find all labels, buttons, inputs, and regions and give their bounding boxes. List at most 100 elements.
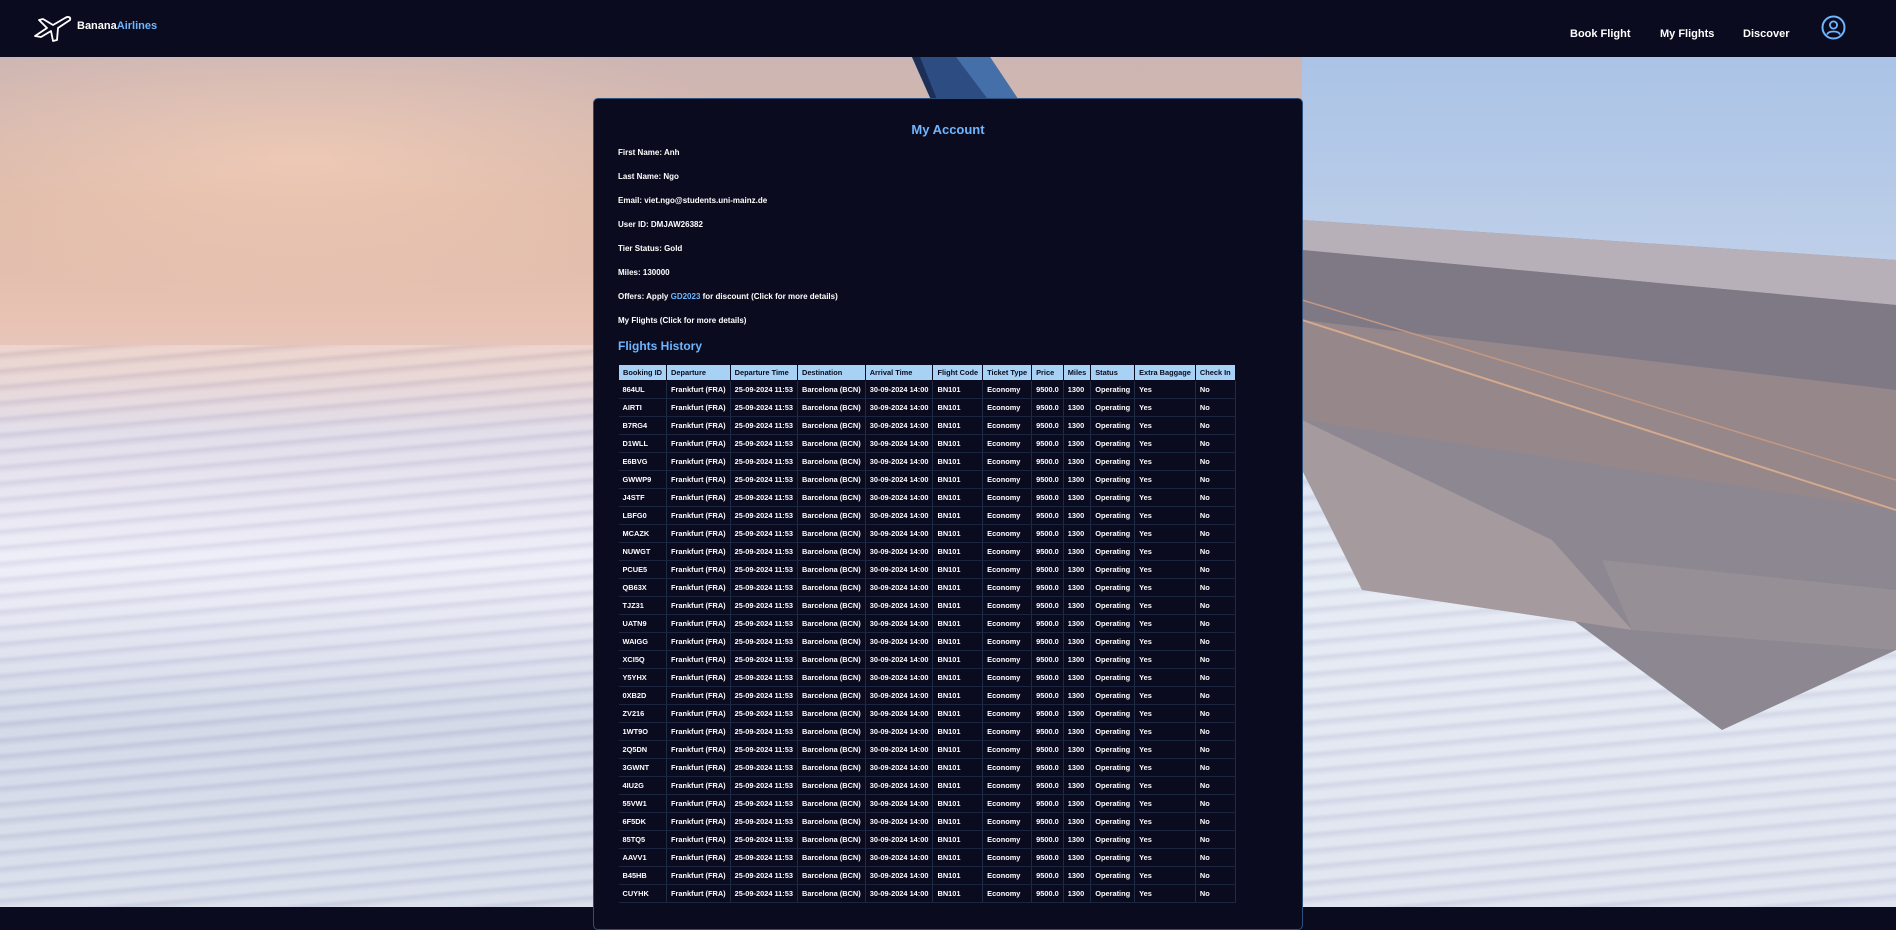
column-header: Price <box>1031 364 1064 381</box>
table-row[interactable]: E6BVG Frankfurt (FRA) 25-09-2024 11:53 Barc… <box>618 452 1236 471</box>
extra-baggage-cell: Yes <box>1134 452 1196 471</box>
table-row[interactable]: 2Q5DN Frankfurt (FRA) 25-09-2024 11:53 Barc… <box>618 740 1236 759</box>
ticket-type-cell: Economy <box>982 434 1033 453</box>
departure-time-cell: 25-09-2024 11:53 <box>730 848 798 867</box>
extra-baggage-cell: Yes <box>1134 524 1196 543</box>
table-row[interactable]: AIRTI Frankfurt (FRA) 25-09-2024 11:53 Barc… <box>618 398 1236 417</box>
check-in-cell: No <box>1195 416 1236 435</box>
booking-id-cell: 1WT9O <box>618 722 668 741</box>
table-row[interactable]: ZV216 Frankfurt (FRA) 25-09-2024 11:53 Barc… <box>618 704 1236 723</box>
status-cell: Operating <box>1090 398 1136 417</box>
destination-cell: Barcelona (BCN) <box>797 452 866 471</box>
column-header: Departure <box>666 364 731 381</box>
extra-baggage-cell: Yes <box>1134 506 1196 525</box>
departure-time-cell: 25-09-2024 11:53 <box>730 470 798 489</box>
table-row[interactable]: 85TQ5 Frankfurt (FRA) 25-09-2024 11:53 Barc… <box>618 830 1236 849</box>
destination-cell: Barcelona (BCN) <box>797 560 866 579</box>
destination-cell: Barcelona (BCN) <box>797 488 866 507</box>
status-cell: Operating <box>1090 434 1136 453</box>
destination-cell: Barcelona (BCN) <box>797 704 866 723</box>
ticket-type-cell: Economy <box>982 560 1033 579</box>
table-row[interactable]: J4STF Frankfurt (FRA) 25-09-2024 11:53 Barc… <box>618 488 1236 507</box>
destination-cell: Barcelona (BCN) <box>797 722 866 741</box>
tier-status: Tier Status: Gold <box>618 244 683 253</box>
table-row[interactable]: MCAZK Frankfurt (FRA) 25-09-2024 11:53 Barc… <box>618 524 1236 543</box>
table-row[interactable]: PCUE5 Frankfurt (FRA) 25-09-2024 11:53 Barc… <box>618 560 1236 579</box>
ticket-type-cell: Economy <box>982 542 1033 561</box>
table-row[interactable]: CUYHK Frankfurt (FRA) 25-09-2024 11:53 Barc… <box>618 884 1236 903</box>
extra-baggage-cell: Yes <box>1134 380 1196 399</box>
departure-cell: Frankfurt (FRA) <box>666 686 731 705</box>
nav-book-flight[interactable]: Book Flight <box>1570 28 1631 40</box>
table-row[interactable]: D1WLL Frankfurt (FRA) 25-09-2024 11:53 Barc… <box>618 434 1236 453</box>
nav-my-flights[interactable]: My Flights <box>1660 28 1714 40</box>
booking-id-cell: CUYHK <box>618 884 668 903</box>
arrival-time-cell: 30-09-2024 14:00 <box>865 452 934 471</box>
price-cell: 9500.0 <box>1031 380 1064 399</box>
table-row[interactable]: LBFG0 Frankfurt (FRA) 25-09-2024 11:53 Barc… <box>618 506 1236 525</box>
column-header: Check In <box>1194 364 1236 381</box>
miles-cell: 1300 <box>1063 596 1092 615</box>
brand-name-accent: Airlines <box>116 20 158 32</box>
table-row[interactable]: NUWGT Frankfurt (FRA) 25-09-2024 11:53 Barc… <box>618 542 1236 561</box>
brand-logo[interactable]: BananaAirlines <box>33 14 157 42</box>
table-row[interactable]: 6F5DK Frankfurt (FRA) 25-09-2024 11:53 Barc… <box>618 812 1236 831</box>
flight-code-cell: BN101 <box>932 434 984 453</box>
table-row[interactable]: AAVV1 Frankfurt (FRA) 25-09-2024 11:53 Barc… <box>618 848 1236 867</box>
ticket-type-cell: Economy <box>982 758 1033 777</box>
price-cell: 9500.0 <box>1031 506 1064 525</box>
arrival-time-cell: 30-09-2024 14:00 <box>865 416 934 435</box>
booking-id-cell: 55VW1 <box>618 794 668 813</box>
offers-code-link[interactable]: GD2023 <box>671 292 701 301</box>
ticket-type-cell: Economy <box>982 650 1033 669</box>
flight-code-cell: BN101 <box>932 704 984 723</box>
check-in-cell: No <box>1195 650 1236 669</box>
check-in-cell: No <box>1195 740 1236 759</box>
ticket-type-cell: Economy <box>982 470 1033 489</box>
my-flights-link[interactable]: My Flights (Click for more details) <box>618 316 746 325</box>
destination-cell: Barcelona (BCN) <box>797 830 866 849</box>
departure-cell: Frankfurt (FRA) <box>666 452 731 471</box>
miles-cell: 1300 <box>1063 524 1092 543</box>
extra-baggage-cell: Yes <box>1134 884 1196 903</box>
price-cell: 9500.0 <box>1031 668 1064 687</box>
status-cell: Operating <box>1090 614 1136 633</box>
departure-time-cell: 25-09-2024 11:53 <box>730 704 798 723</box>
status-cell: Operating <box>1090 866 1136 885</box>
table-row[interactable]: B7RG4 Frankfurt (FRA) 25-09-2024 11:53 Barc… <box>618 416 1236 435</box>
offers-line[interactable]: Offers: Apply GD2023 for discount (Click… <box>618 292 838 301</box>
miles-cell: 1300 <box>1063 380 1092 399</box>
table-row[interactable]: UATN9 Frankfurt (FRA) 25-09-2024 11:53 Barc… <box>618 614 1236 633</box>
table-row[interactable]: WAIGG Frankfurt (FRA) 25-09-2024 11:53 Barc… <box>618 632 1236 651</box>
departure-time-cell: 25-09-2024 11:53 <box>730 758 798 777</box>
flight-code-cell: BN101 <box>932 452 984 471</box>
status-cell: Operating <box>1090 758 1136 777</box>
table-row[interactable]: 864UL Frankfurt (FRA) 25-09-2024 11:53 Barc… <box>618 380 1236 399</box>
table-row[interactable]: 55VW1 Frankfurt (FRA) 25-09-2024 11:53 Barc… <box>618 794 1236 813</box>
table-row[interactable]: XCI5Q Frankfurt (FRA) 25-09-2024 11:53 Barc… <box>618 650 1236 669</box>
extra-baggage-cell: Yes <box>1134 812 1196 831</box>
table-row[interactable]: 4IU2G Frankfurt (FRA) 25-09-2024 11:53 Barc… <box>618 776 1236 795</box>
check-in-cell: No <box>1195 470 1236 489</box>
ticket-type-cell: Economy <box>982 398 1033 417</box>
miles: Miles: 130000 <box>618 268 670 277</box>
user-circle-icon[interactable] <box>1821 15 1846 40</box>
table-row[interactable]: TJZ31 Frankfurt (FRA) 25-09-2024 11:53 Barc… <box>618 596 1236 615</box>
booking-id-cell: UATN9 <box>618 614 668 633</box>
table-row[interactable]: B45HB Frankfurt (FRA) 25-09-2024 11:53 Barc… <box>618 866 1236 885</box>
table-row[interactable]: 0XB2D Frankfurt (FRA) 25-09-2024 11:53 Barc… <box>618 686 1236 705</box>
table-row[interactable]: 3GWNT Frankfurt (FRA) 25-09-2024 11:53 Barc… <box>618 758 1236 777</box>
departure-time-cell: 25-09-2024 11:53 <box>730 668 798 687</box>
table-row[interactable]: 1WT9O Frankfurt (FRA) 25-09-2024 11:53 Barc… <box>618 722 1236 741</box>
nav-discover[interactable]: Discover <box>1743 28 1789 40</box>
table-row[interactable]: GWWP9 Frankfurt (FRA) 25-09-2024 11:53 Barc… <box>618 470 1236 489</box>
table-row[interactable]: QB63X Frankfurt (FRA) 25-09-2024 11:53 Barc… <box>618 578 1236 597</box>
airplane-tail-fin <box>912 57 1020 102</box>
flight-code-cell: BN101 <box>932 884 984 903</box>
booking-id-cell: 0XB2D <box>618 686 668 705</box>
ticket-type-cell: Economy <box>982 668 1033 687</box>
departure-time-cell: 25-09-2024 11:53 <box>730 488 798 507</box>
table-row[interactable]: Y5YHX Frankfurt (FRA) 25-09-2024 11:53 Barc… <box>618 668 1236 687</box>
price-cell: 9500.0 <box>1031 812 1064 831</box>
departure-time-cell: 25-09-2024 11:53 <box>730 884 798 903</box>
